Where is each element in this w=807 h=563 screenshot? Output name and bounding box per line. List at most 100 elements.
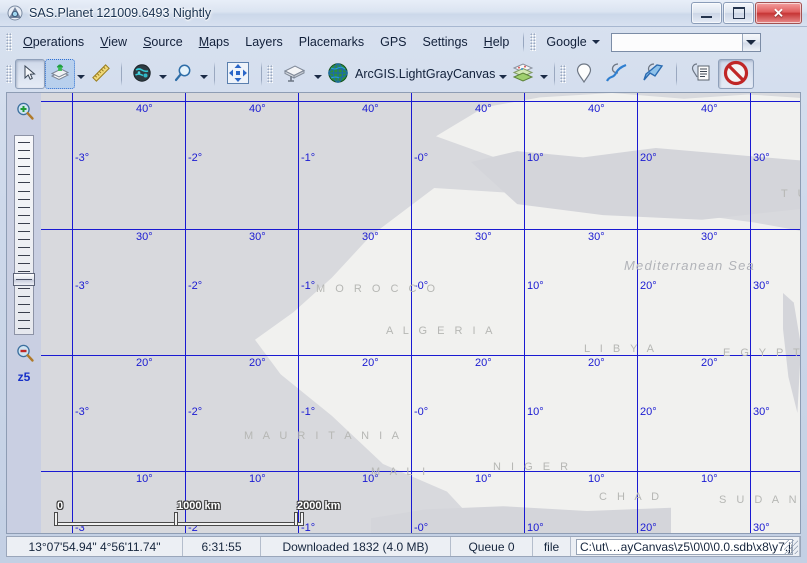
grid-label-longitude: -3° [75,281,89,292]
search-dropdown-button[interactable] [742,34,760,51]
grid-label-longitude: 30° [753,523,770,533]
toolbar-separator-5 [676,62,677,86]
zoom-tool-button[interactable] [168,59,198,89]
cursor-arrow-icon [21,64,39,85]
magnifier-icon [173,63,193,86]
add-placemark-button[interactable] [569,59,599,89]
menu-bar: Operations View Source Maps Layers Place… [6,30,801,54]
source-storage-dropdown[interactable] [312,60,323,88]
selection-tool-dropdown[interactable] [75,60,86,88]
placemark-list-icon [688,62,712,87]
grid-label-longitude: 30° [753,153,770,164]
grid-label-longitude: -0° [414,407,428,418]
path-line-icon [605,62,629,87]
select-rect-icon [50,64,70,85]
menu-item-gps[interactable]: GPS [372,32,414,52]
status-queue: Queue 0 [451,537,533,556]
grid-line-vertical [637,93,638,533]
grid-label-longitude: -1° [301,281,315,292]
sasplanet-icon [7,5,23,21]
zoom-tick [18,199,30,200]
toolbar-separator-1 [121,62,122,86]
toolbar-separator-3 [261,62,262,86]
menu-drag-grip[interactable] [6,33,12,51]
search-provider-label: Google [546,35,586,49]
zoom-tick [18,191,30,192]
menu-separator [523,32,524,52]
country-label: S U D A N [719,494,800,506]
menu-item-operations[interactable]: Operations [15,32,92,52]
toolbar-separator-2 [214,62,215,86]
zoom-slider[interactable] [14,135,34,335]
zoom-in-button[interactable] [15,101,35,121]
search-combo[interactable] [611,33,761,52]
chevron-down-icon [200,75,208,79]
maps-toolbar-grip[interactable] [267,65,273,83]
close-button[interactable]: ✕ [755,2,802,24]
menu-item-view[interactable]: View [92,32,135,52]
country-label: L I B Y A [584,343,658,355]
zoom-out-button[interactable] [15,343,35,363]
map-area[interactable]: z5 -3°-3°-3°-3°-2°-2°-2°-2°-1°-1°-1°-1°-… [6,92,801,534]
add-path-button[interactable] [599,59,635,89]
menu-item-source[interactable]: Source [135,32,191,52]
selection-tool-button[interactable] [45,59,75,89]
grid-label-longitude: 10° [527,153,544,164]
minimize-button[interactable] [691,2,722,24]
grid-label-latitude: 40° [362,104,379,115]
placemark-manager-button[interactable] [682,59,718,89]
menu-item-help[interactable]: Help [476,32,518,52]
chevron-down-icon [314,75,322,79]
zoom-tick [18,255,30,256]
globe-view-button[interactable] [127,59,157,89]
grid-line-vertical [750,93,751,533]
chevron-down-icon [499,75,507,79]
layers-dropdown[interactable] [538,60,549,88]
map-canvas[interactable]: -3°-3°-3°-3°-2°-2°-2°-2°-1°-1°-1°-1°-0°-… [41,93,800,533]
menu-item-layers[interactable]: Layers [237,32,291,52]
status-downloaded: Downloaded 1832 (4.0 MB) [261,537,451,556]
grid-label-longitude: 30° [753,281,770,292]
menu-item-maps[interactable]: Maps [191,32,238,52]
grid-line-horizontal [41,101,800,102]
search-provider-button[interactable]: Google [539,32,606,52]
resize-grip[interactable] [784,540,798,554]
marks-toolbar-grip[interactable] [560,65,566,83]
grid-line-vertical [72,93,73,533]
search-drag-grip[interactable] [530,33,536,51]
fullscreen-button[interactable] [220,59,256,89]
grid-label-longitude: 10° [527,281,544,292]
add-polygon-button[interactable] [635,59,671,89]
pointer-tool-button[interactable] [15,59,45,89]
globe-view-dropdown[interactable] [157,60,168,88]
search-input[interactable] [612,34,742,51]
active-map-label[interactable]: ArcGIS.LightGrayCanvas [353,67,497,81]
grid-label-longitude: -2° [188,407,202,418]
active-map-dropdown[interactable] [497,60,508,88]
measure-tool-button[interactable] [86,59,116,89]
menu-item-placemarks[interactable]: Placemarks [291,32,372,52]
zoom-tick [18,158,30,159]
grid-label-latitude: 10° [701,474,718,485]
toolbar-separator-4 [554,62,555,86]
source-storage-button[interactable] [276,59,312,89]
maximize-button[interactable] [723,2,754,24]
layers-button[interactable] [508,59,538,89]
chevron-down-icon [77,75,85,79]
grid-label-latitude: 20° [249,358,266,369]
scale-bar-tick [55,513,57,525]
zoom-tick [18,207,30,208]
stop-download-button[interactable] [718,59,754,89]
grid-label-latitude: 20° [475,358,492,369]
status-file-label: file [533,537,571,556]
zoom-tick [18,312,30,313]
polygon-icon [641,62,665,87]
zoom-slider-thumb[interactable] [13,273,35,286]
menu-item-settings[interactable]: Settings [415,32,476,52]
toolbar-drag-grip[interactable] [6,65,12,83]
sea-label: Mediterranean Sea [624,258,755,273]
active-map-icon-button[interactable] [323,59,353,89]
status-time: 6:31:55 [183,537,261,556]
zoom-tool-dropdown[interactable] [198,60,209,88]
country-label: M O R O C C O [316,283,439,295]
